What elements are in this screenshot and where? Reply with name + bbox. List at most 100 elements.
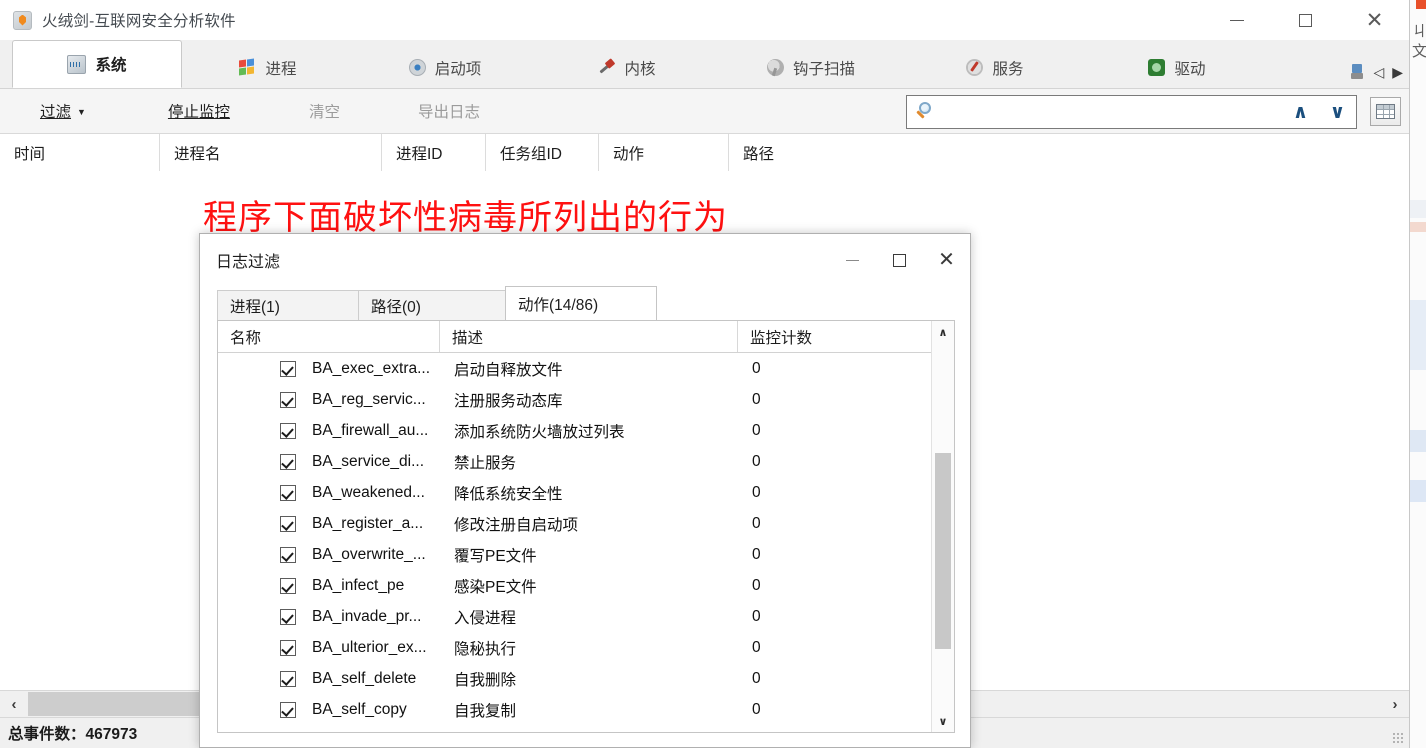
- search-box[interactable]: ∧ ∨: [906, 95, 1357, 129]
- list-item[interactable]: BA_self_copy 自我复制 0: [218, 694, 931, 725]
- vscroll-thumb[interactable]: [935, 453, 951, 649]
- checkbox-checked-icon[interactable]: [280, 639, 296, 656]
- action-desc: 自我复制: [454, 702, 517, 720]
- checkbox-checked-icon[interactable]: [280, 515, 296, 532]
- startup-icon: [408, 59, 426, 76]
- checkbox-checked-icon[interactable]: [280, 484, 296, 501]
- list-item[interactable]: BA_invade_pr... 入侵进程 0: [218, 601, 931, 632]
- checkbox-checked-icon[interactable]: [280, 546, 296, 563]
- action-name: BA_invade_pr...: [312, 607, 422, 625]
- checkbox-checked-icon[interactable]: [280, 391, 296, 408]
- process-icon: [239, 58, 256, 76]
- checkbox-checked-icon[interactable]: [280, 453, 296, 470]
- checkbox-checked-icon[interactable]: [280, 577, 296, 594]
- column-header-process-id[interactable]: 进程ID: [382, 134, 486, 172]
- list-item[interactable]: BA_weakened... 降低系统安全性 0: [218, 477, 931, 508]
- action-column-header-desc[interactable]: 描述: [440, 321, 738, 352]
- log-table-header: 时间 进程名 进程ID 任务组ID 动作 路径: [0, 134, 1409, 173]
- background-window-right-sliver: ㄐ 文: [1409, 0, 1426, 748]
- tab-system-label: 系统: [95, 57, 127, 74]
- action-list-vertical-scrollbar[interactable]: ∧ ∨: [931, 321, 954, 732]
- background-band-4: [1410, 430, 1426, 452]
- resize-grip[interactable]: [1392, 732, 1405, 745]
- system-icon: [67, 54, 87, 74]
- column-header-time[interactable]: 时间: [0, 134, 160, 172]
- list-item[interactable]: BA_overwrite_... 覆写PE文件 0: [218, 539, 931, 570]
- column-header-action[interactable]: 动作: [599, 134, 729, 172]
- tab-prev-arrow-icon[interactable]: ◁: [1373, 65, 1384, 79]
- list-item[interactable]: BA_ulterior_ex... 隐秘执行 0: [218, 632, 931, 663]
- action-name: BA_overwrite_...: [312, 545, 426, 563]
- dialog-tab-strip: 进程(1) 路径(0) 动作(14/86): [217, 286, 970, 320]
- vscroll-down-arrow-icon[interactable]: ∨: [932, 710, 954, 732]
- list-item[interactable]: BA_service_di... 禁止服务 0: [218, 446, 931, 477]
- dialog-tab-action[interactable]: 动作(14/86): [505, 286, 657, 320]
- action-name: BA_reg_servic...: [312, 390, 426, 408]
- dialog-close-button[interactable]: ✕: [923, 234, 970, 286]
- list-item[interactable]: BA_reg_servic... 注册服务动态库 0: [218, 384, 931, 415]
- title-bar: 火绒剑-互联网安全分析软件 ✕: [0, 0, 1409, 40]
- log-filter-dialog: 日志过滤 ✕ 进程(1) 路径(0) 动作(14/86) 名称 描述 监控计数: [199, 233, 971, 748]
- list-item[interactable]: BA_infect_pe 感染PE文件 0: [218, 570, 931, 601]
- hscroll-right-arrow-icon[interactable]: ›: [1381, 691, 1409, 717]
- clear-button[interactable]: 清空: [309, 100, 340, 122]
- checkbox-checked-icon[interactable]: [280, 670, 296, 687]
- dialog-maximize-button[interactable]: [876, 234, 923, 286]
- action-name: BA_register_a...: [312, 514, 424, 532]
- tab-service[interactable]: 服务: [904, 47, 1086, 88]
- checkbox-checked-icon[interactable]: [280, 422, 296, 439]
- action-name: BA_weakened...: [312, 483, 425, 501]
- list-item[interactable]: BA_self_delete 自我删除 0: [218, 663, 931, 694]
- vscroll-up-arrow-icon[interactable]: ∧: [932, 321, 954, 343]
- column-header-task-group-id[interactable]: 任务组ID: [486, 134, 599, 172]
- chevron-down-icon: ▼: [77, 107, 86, 117]
- tab-hook-scan[interactable]: 钩子扫描: [718, 47, 904, 88]
- action-count: 0: [752, 359, 761, 377]
- column-settings-button[interactable]: [1370, 97, 1401, 126]
- checkbox-checked-icon[interactable]: [280, 360, 296, 377]
- action-desc: 覆写PE文件: [454, 547, 537, 565]
- window-controls: ✕: [1202, 0, 1409, 40]
- action-desc: 入侵进程: [454, 609, 517, 627]
- tab-system[interactable]: 系统: [12, 40, 182, 88]
- tab-process[interactable]: 进程: [182, 47, 354, 88]
- stop-monitor-button[interactable]: 停止监控: [168, 100, 230, 122]
- hook-scan-icon: [766, 59, 784, 76]
- close-button[interactable]: ✕: [1340, 0, 1409, 40]
- toolbar: 过滤 ▼ 停止监控 清空 导出日志 ∧ ∨: [0, 89, 1409, 134]
- export-log-button[interactable]: 导出日志: [418, 100, 480, 122]
- search-next-button[interactable]: ∨: [1319, 96, 1356, 128]
- tab-startup[interactable]: 启动项: [354, 47, 536, 88]
- action-desc: 修改注册自启动项: [454, 516, 579, 534]
- search-prev-button[interactable]: ∧: [1282, 96, 1319, 128]
- action-column-header-count[interactable]: 监控计数: [738, 321, 931, 352]
- tab-driver[interactable]: 驱动: [1086, 47, 1268, 88]
- minimize-button[interactable]: [1202, 0, 1271, 40]
- dialog-tab-path[interactable]: 路径(0): [358, 290, 506, 320]
- background-glyph-b: 文: [1412, 43, 1426, 60]
- tab-next-arrow-icon[interactable]: ▶: [1392, 65, 1403, 79]
- search-input[interactable]: [939, 96, 1282, 128]
- maximize-button[interactable]: [1271, 0, 1340, 40]
- column-header-path[interactable]: 路径: [729, 134, 1349, 172]
- action-desc: 自我删除: [454, 671, 517, 689]
- checkbox-checked-icon[interactable]: [280, 701, 296, 718]
- kernel-icon: [598, 59, 615, 76]
- action-filter-list: 名称 描述 监控计数 BA_exec_extra... 启动自释放文件 0 BA…: [217, 320, 955, 733]
- list-item[interactable]: BA_register_a... 修改注册自启动项 0: [218, 508, 931, 539]
- screenshot-root: ㄐ 文 火绒剑-互联网安全分析软件 ✕ 系统 进程 启动项 内核 钩子扫描 服务…: [0, 0, 1426, 748]
- checkbox-checked-icon[interactable]: [280, 608, 296, 625]
- list-item[interactable]: BA_exec_extra... 启动自释放文件 0: [218, 353, 931, 384]
- tab-kernel[interactable]: 内核: [536, 47, 718, 88]
- dialog-tab-process[interactable]: 进程(1): [217, 290, 359, 320]
- dialog-minimize-button[interactable]: [829, 234, 876, 286]
- action-count: 0: [752, 700, 761, 718]
- list-item[interactable]: BA_firewall_au... 添加系统防火墙放过列表 0: [218, 415, 931, 446]
- filter-button[interactable]: 过滤 ▼: [40, 100, 86, 122]
- column-header-process-name[interactable]: 进程名: [160, 134, 382, 172]
- background-band-1: [1410, 200, 1426, 218]
- hscroll-left-arrow-icon[interactable]: ‹: [0, 691, 28, 717]
- background-band-2: [1410, 222, 1426, 232]
- action-column-header-name[interactable]: 名称: [218, 321, 440, 352]
- dialog-window-controls: ✕: [829, 234, 970, 286]
